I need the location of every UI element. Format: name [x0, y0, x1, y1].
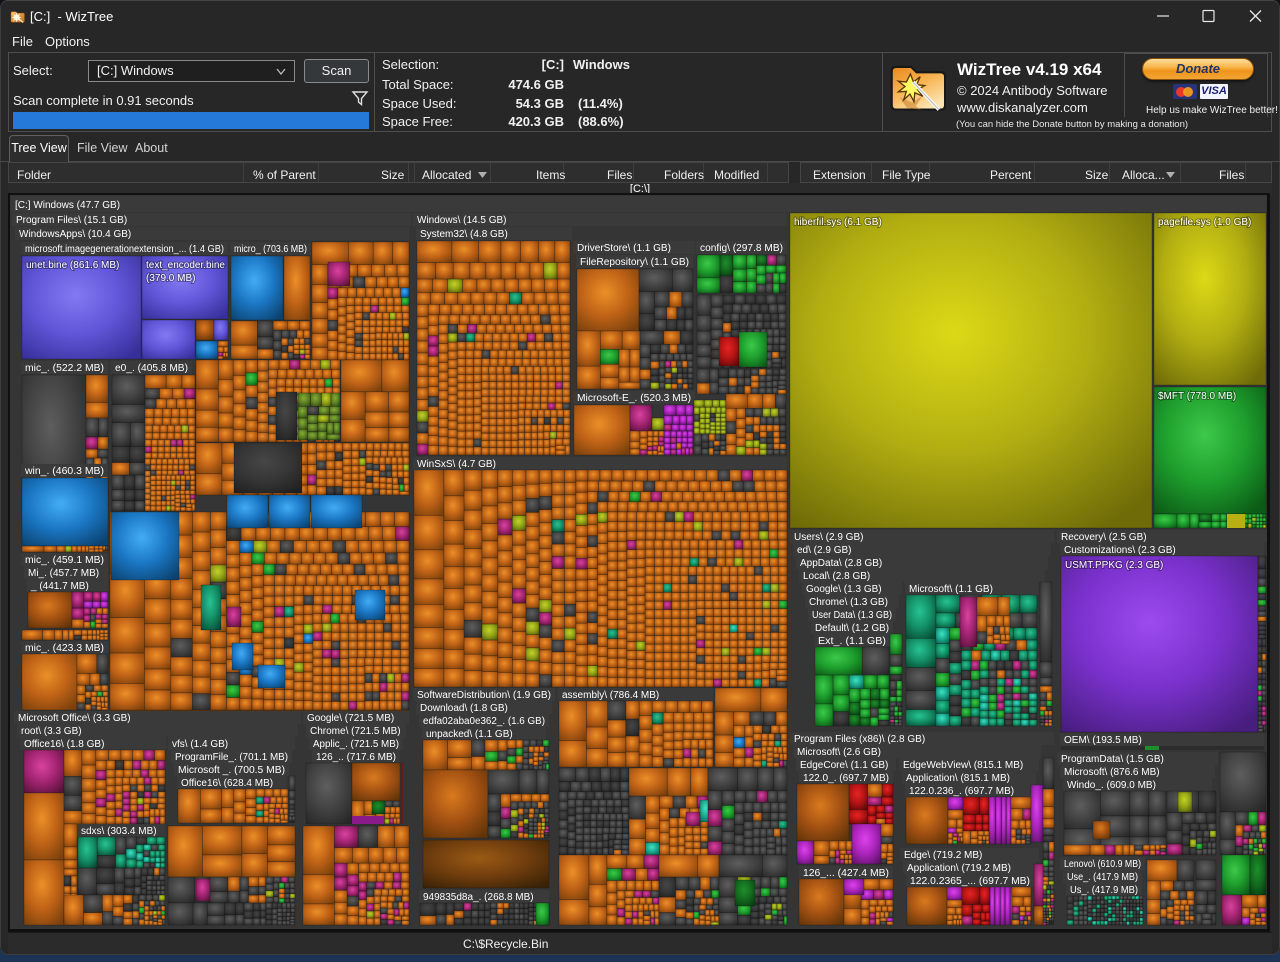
svg-text:mic_. (423.3 MB): mic_. (423.3 MB)	[25, 643, 104, 654]
svg-text:Microsoft Office\ (3.3 GB): Microsoft Office\ (3.3 GB)	[18, 713, 131, 724]
svg-text:Microsoft\ (876.6 MB): Microsoft\ (876.6 MB)	[1064, 767, 1160, 778]
svg-text:USMT.PPKG (2.3 GB): USMT.PPKG (2.3 GB)	[1065, 560, 1163, 571]
svg-text:Ext_. (1.1 GB): Ext_. (1.1 GB)	[818, 636, 886, 647]
svg-text:Us_. (417.9 MB): Us_. (417.9 MB)	[1070, 885, 1138, 896]
svg-text:Mi_. (457.7 MB): Mi_. (457.7 MB)	[28, 568, 99, 579]
svg-text:Program Files (x86)\ (2.8 GB): Program Files (x86)\ (2.8 GB)	[794, 734, 925, 745]
svg-text:unpacked\ (1.1 GB): unpacked\ (1.1 GB)	[426, 729, 513, 740]
svg-text:Office16\ (1.8 GB): Office16\ (1.8 GB)	[24, 739, 104, 750]
svg-text:mic_. (522.2 MB): mic_. (522.2 MB)	[25, 363, 104, 374]
svg-text:Application\ (815.1 MB): Application\ (815.1 MB)	[906, 773, 1010, 784]
svg-text:Office16\ (628.4 MB): Office16\ (628.4 MB)	[181, 778, 273, 789]
svg-text:WinSxS\ (4.7 GB): WinSxS\ (4.7 GB)	[417, 459, 496, 470]
svg-text:Windo_. (609.0 MB): Windo_. (609.0 MB)	[1067, 780, 1156, 791]
svg-text:FileRepository\ (1.1 GB): FileRepository\ (1.1 GB)	[580, 257, 689, 268]
svg-text:Lenovo\ (610.9 MB): Lenovo\ (610.9 MB)	[1064, 859, 1141, 870]
svg-text:OEM\ (193.5 MB): OEM\ (193.5 MB)	[1064, 735, 1142, 746]
svg-text:Chrome\ (1.3 GB): Chrome\ (1.3 GB)	[809, 597, 888, 608]
svg-text:ProgramFile_. (701.1 MB): ProgramFile_. (701.1 MB)	[175, 752, 288, 763]
svg-text:text_encoder.bine: text_encoder.bine	[146, 260, 225, 271]
svg-text:Microsoft\ (1.1 GB): Microsoft\ (1.1 GB)	[909, 584, 993, 595]
svg-text:Program Files\ (15.1 GB): Program Files\ (15.1 GB)	[16, 215, 127, 226]
svg-text:[C:] Windows (47.7 GB): [C:] Windows (47.7 GB)	[15, 200, 120, 211]
svg-text:DriverStore\ (1.1 GB): DriverStore\ (1.1 GB)	[577, 243, 671, 254]
svg-text:edfa02aba0e362_. (1.6 GB): edfa02aba0e362_. (1.6 GB)	[423, 716, 545, 727]
svg-text:122.0.2365_... (697.7 MB): 122.0.2365_... (697.7 MB)	[910, 876, 1030, 887]
svg-text:122.0_. (697.7 MB): 122.0_. (697.7 MB)	[803, 773, 889, 784]
svg-text:Microsoft-E_. (520.3 MB): Microsoft-E_. (520.3 MB)	[577, 393, 691, 404]
svg-text:Chrome\ (721.5 MB): Chrome\ (721.5 MB)	[310, 726, 401, 737]
svg-text:assembly\ (786.4 MB): assembly\ (786.4 MB)	[562, 690, 659, 701]
svg-text:pagefile.sys (1.0 GB): pagefile.sys (1.0 GB)	[1158, 217, 1251, 228]
svg-text:Edge\ (719.2 MB): Edge\ (719.2 MB)	[904, 850, 982, 861]
svg-text:126_.. (717.6 MB): 126_.. (717.6 MB)	[316, 752, 396, 763]
svg-text:WindowsApps\ (10.4 GB): WindowsApps\ (10.4 GB)	[19, 229, 131, 240]
svg-text:Google\ (721.5 MB): Google\ (721.5 MB)	[307, 713, 394, 724]
svg-text:Local\ (2.8 GB): Local\ (2.8 GB)	[803, 571, 870, 582]
svg-text:unet.bine (861.6 MB): unet.bine (861.6 MB)	[26, 260, 119, 271]
svg-text:Applic_. (721.5 MB): Applic_. (721.5 MB)	[313, 739, 399, 750]
svg-text:System32\ (4.8 GB): System32\ (4.8 GB)	[420, 229, 508, 240]
svg-text:EdgeCore\ (1.1 GB): EdgeCore\ (1.1 GB)	[800, 760, 888, 771]
svg-text:Customizations\ (2.3 GB): Customizations\ (2.3 GB)	[1064, 545, 1176, 556]
svg-text:SoftwareDistribution\ (1.9 GB): SoftwareDistribution\ (1.9 GB)	[417, 690, 551, 701]
svg-text:root\ (3.3 GB): root\ (3.3 GB)	[21, 726, 82, 737]
svg-text:$MFT (778.0 MB): $MFT (778.0 MB)	[1158, 391, 1236, 402]
svg-text:e0_. (405.8 MB): e0_. (405.8 MB)	[115, 363, 188, 374]
svg-text:ProgramData\ (1.5 GB): ProgramData\ (1.5 GB)	[1061, 754, 1164, 765]
svg-text:(379.0 MB): (379.0 MB)	[146, 273, 195, 284]
svg-text:Windows\ (14.5 GB): Windows\ (14.5 GB)	[417, 215, 506, 226]
svg-text:122.0.236_. (697.7 MB): 122.0.236_. (697.7 MB)	[909, 786, 1014, 797]
svg-text:config\ (297.8 MB): config\ (297.8 MB)	[700, 243, 783, 254]
svg-text:ed\ (2.9 GB): ed\ (2.9 GB)	[797, 545, 851, 556]
svg-text:Download\ (1.8 GB): Download\ (1.8 GB)	[420, 703, 508, 714]
svg-text:Google\ (1.3 GB): Google\ (1.3 GB)	[806, 584, 882, 595]
svg-text:win_. (460.3 MB): win_. (460.3 MB)	[24, 466, 104, 477]
svg-text:949835d8a_. (268.8 MB): 949835d8a_. (268.8 MB)	[423, 892, 534, 903]
svg-text:mic_. (459.1 MB): mic_. (459.1 MB)	[25, 555, 104, 566]
svg-text:vfs\ (1.4 GB): vfs\ (1.4 GB)	[172, 739, 228, 750]
svg-text:Microsoft _. (700.5 MB): Microsoft _. (700.5 MB)	[178, 765, 285, 776]
svg-text:_ (441.7 MB): _ (441.7 MB)	[30, 581, 89, 592]
svg-text:sdxs\ (303.4 MB): sdxs\ (303.4 MB)	[81, 826, 157, 837]
svg-text:Use_. (417.9 MB): Use_. (417.9 MB)	[1067, 872, 1138, 883]
svg-text:Recovery\ (2.5 GB): Recovery\ (2.5 GB)	[1061, 532, 1147, 543]
svg-text:AppData\ (2.8 GB): AppData\ (2.8 GB)	[800, 558, 882, 569]
svg-text:EdgeWebView\ (815.1 MB): EdgeWebView\ (815.1 MB)	[903, 760, 1023, 771]
svg-text:hiberfil.sys (6.1 GB): hiberfil.sys (6.1 GB)	[794, 217, 882, 228]
svg-text:Users\ (2.9 GB): Users\ (2.9 GB)	[794, 532, 863, 543]
svg-text:Microsoft\ (2.6 GB): Microsoft\ (2.6 GB)	[797, 747, 881, 758]
svg-text:micro_ (703.6 MB): micro_ (703.6 MB)	[234, 244, 307, 255]
svg-text:Application\ (719.2 MB): Application\ (719.2 MB)	[907, 863, 1011, 874]
svg-text:User Data\ (1.3 GB): User Data\ (1.3 GB)	[812, 610, 892, 621]
svg-text:Default\ (1.2 GB): Default\ (1.2 GB)	[815, 623, 889, 634]
svg-text:126_... (427.4 MB): 126_... (427.4 MB)	[803, 868, 889, 879]
svg-text:microsoft.imagegenerationexten: microsoft.imagegenerationextension_... (…	[25, 244, 224, 255]
